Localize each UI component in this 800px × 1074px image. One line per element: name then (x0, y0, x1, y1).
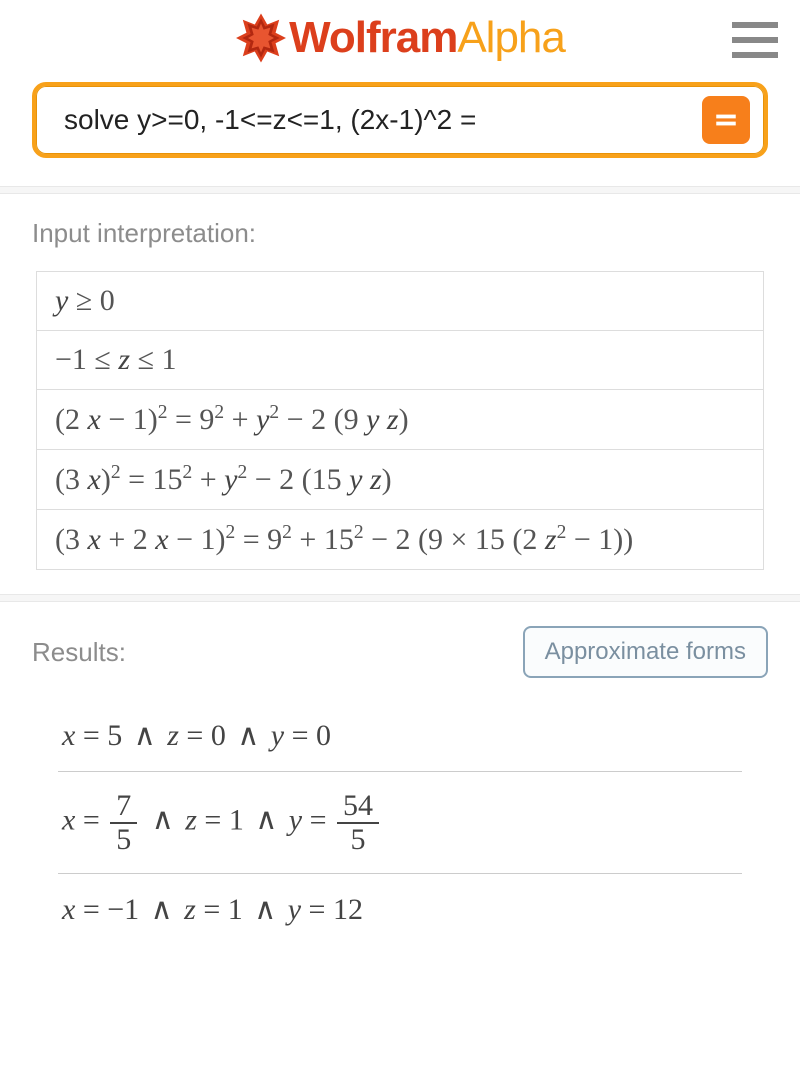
section-divider (0, 594, 800, 602)
section-title: Input interpretation: (32, 218, 768, 249)
results-section: Results: Approximate forms x = 5 ∧ z = 0… (0, 602, 800, 969)
results-list: x = 5 ∧ z = 0 ∧ y = 0 x = 75 ∧ z = 1 ∧ y… (58, 700, 742, 945)
search-row (0, 82, 800, 186)
brand-logo[interactable]: WolframAlpha (235, 12, 565, 64)
result-row: x = −1 ∧ z = 1 ∧ y = 12 (58, 874, 742, 945)
wolfram-spikey-icon (235, 12, 287, 64)
brand-text: WolframAlpha (289, 13, 565, 63)
app-header: WolframAlpha (0, 0, 800, 82)
interp-row: y ≥ 0 (37, 272, 763, 331)
interp-row: (2 x − 1)2 = 92 + y2 − 2 (9 y z) (37, 390, 763, 450)
menu-icon[interactable] (732, 22, 778, 58)
interp-row: −1 ≤ z ≤ 1 (37, 331, 763, 390)
section-title: Results: (32, 637, 126, 668)
interp-row: (3 x)2 = 152 + y2 − 2 (15 y z) (37, 450, 763, 510)
result-row: x = 5 ∧ z = 0 ∧ y = 0 (58, 700, 742, 772)
search-box (32, 82, 768, 158)
result-row: x = 75 ∧ z = 1 ∧ y = 545 (58, 772, 742, 874)
interpretation-table: y ≥ 0 −1 ≤ z ≤ 1 (2 x − 1)2 = 92 + y2 − … (36, 271, 764, 570)
interp-row: (3 x + 2 x − 1)2 = 92 + 152 − 2 (9 × 15 … (37, 510, 763, 569)
equals-icon (713, 107, 739, 133)
input-interpretation-section: Input interpretation: y ≥ 0 −1 ≤ z ≤ 1 (… (0, 194, 800, 594)
submit-button[interactable] (702, 96, 750, 144)
approximate-forms-button[interactable]: Approximate forms (523, 626, 768, 678)
section-divider (0, 186, 800, 194)
query-input[interactable] (64, 104, 702, 136)
